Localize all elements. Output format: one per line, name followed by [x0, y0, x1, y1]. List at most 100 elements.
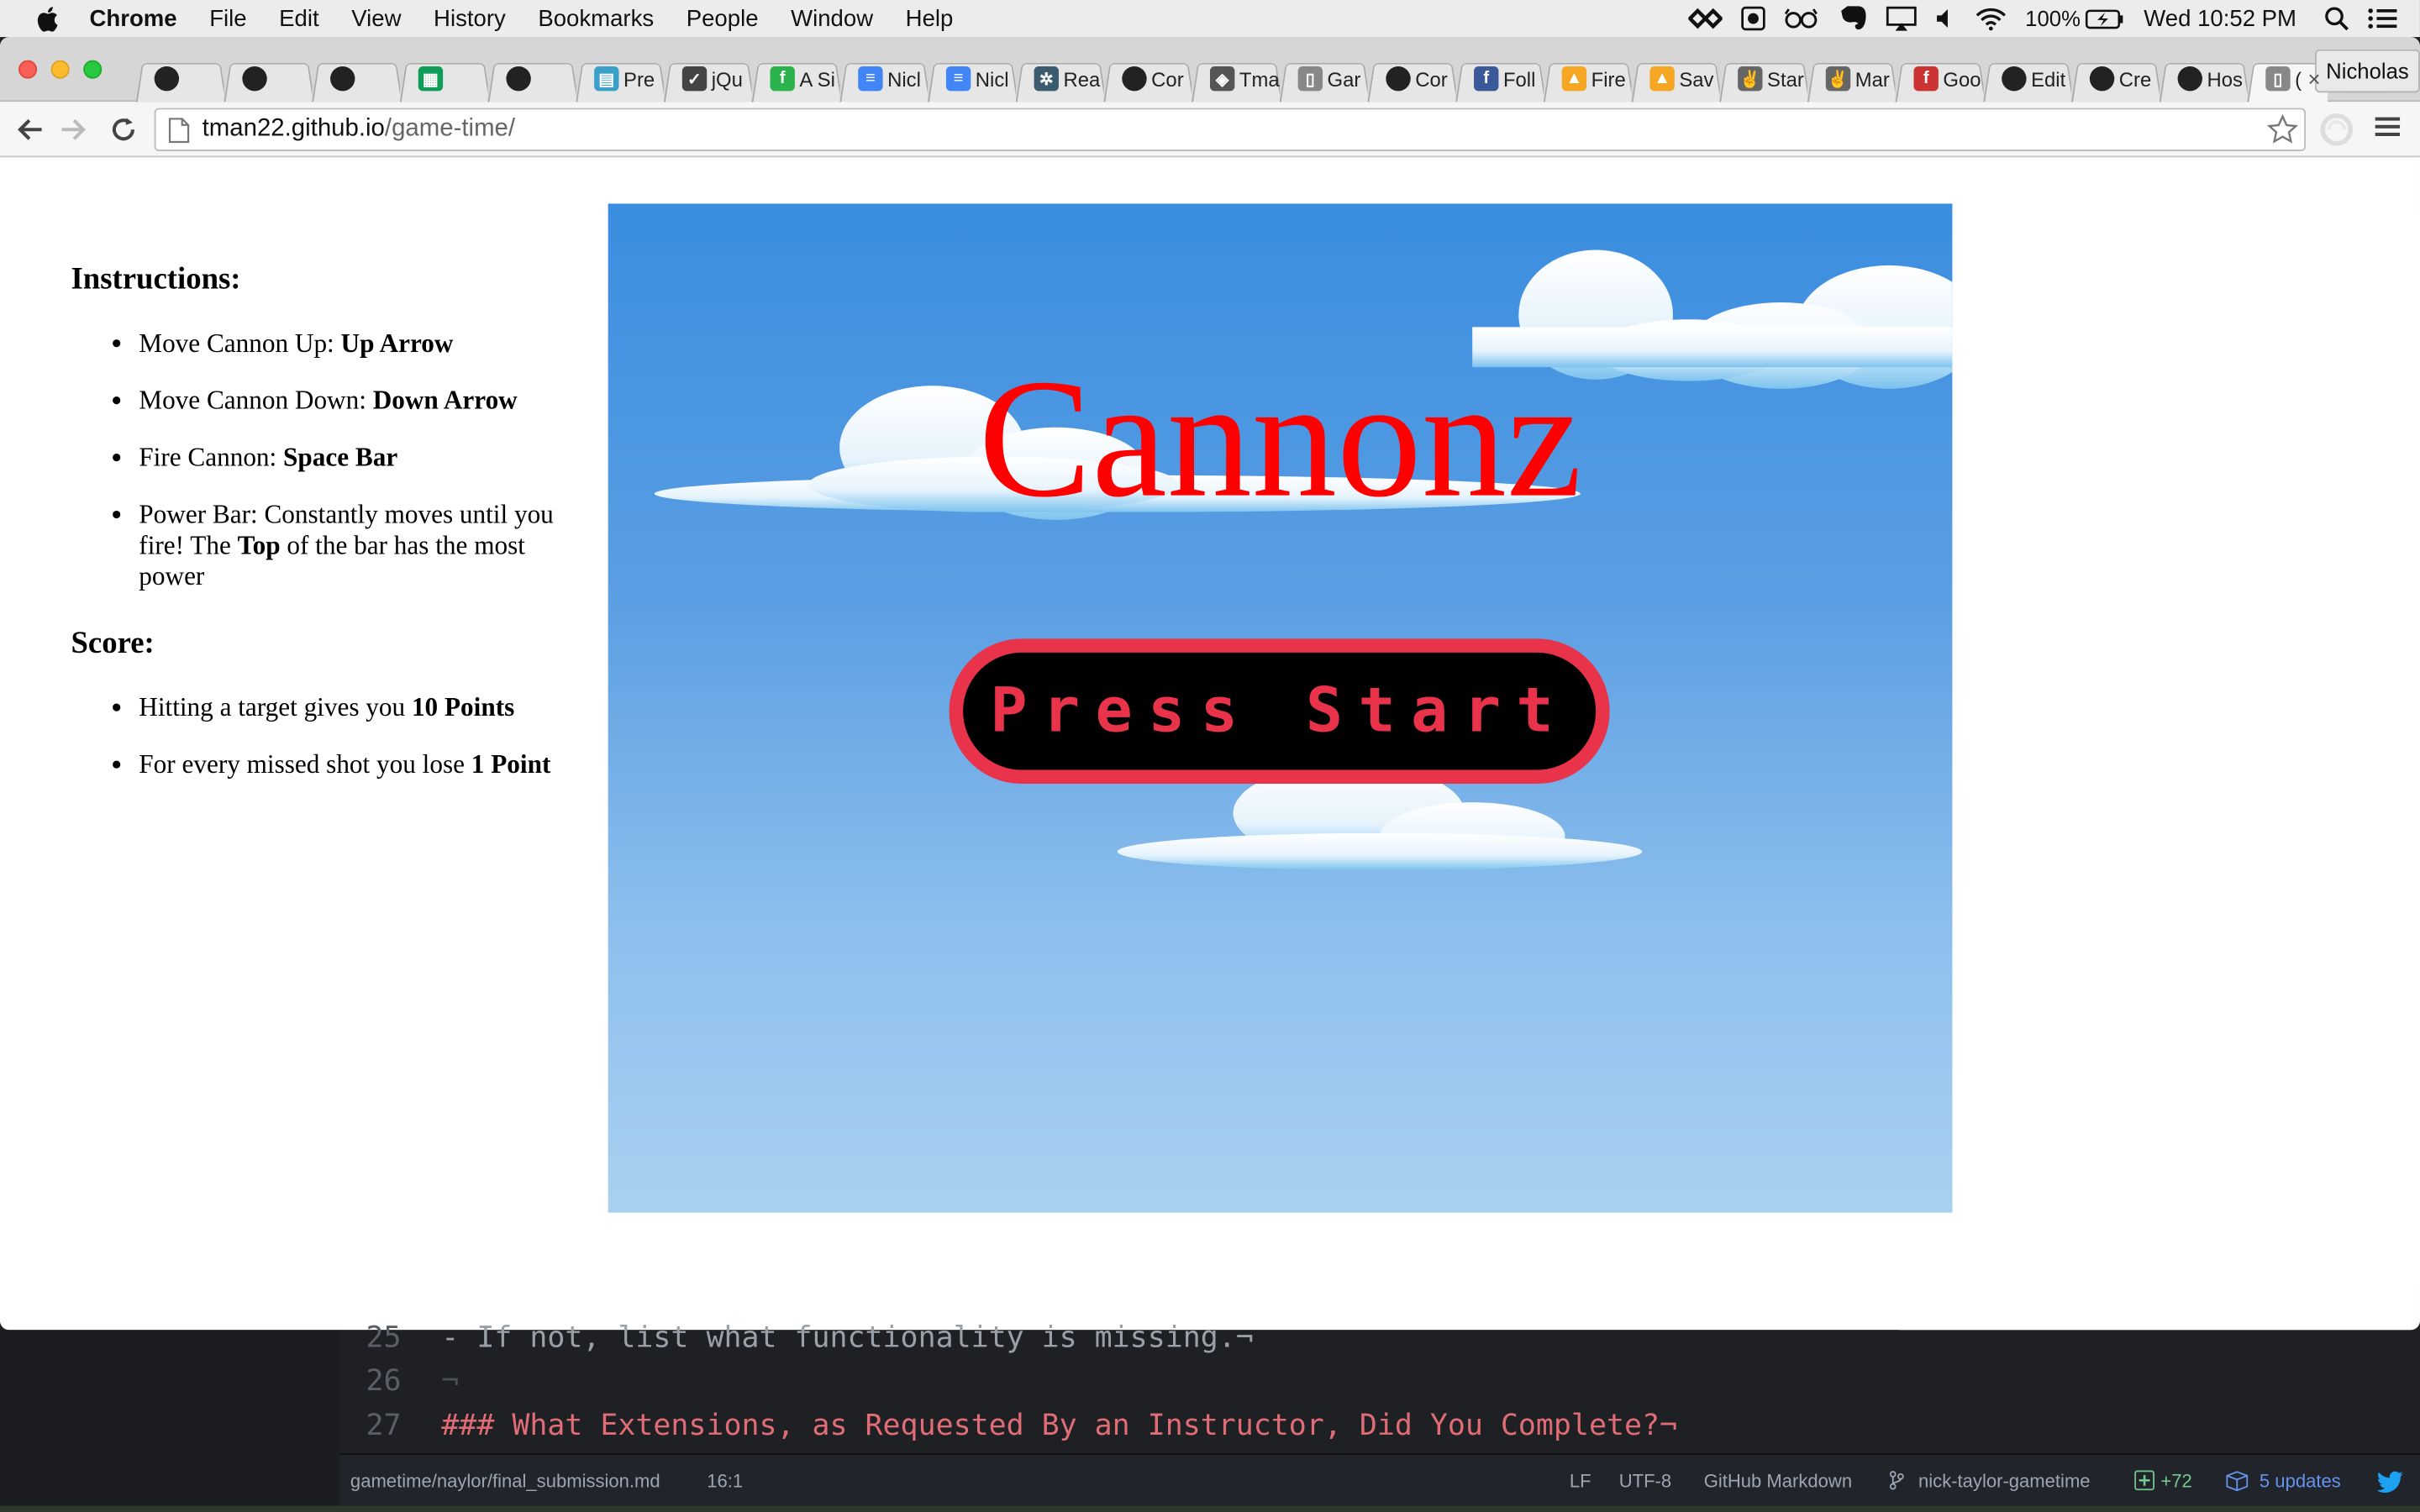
menu-people[interactable]: People: [687, 5, 759, 31]
browser-tab[interactable]: [224, 55, 312, 102]
browser-tab-label: Nicl: [887, 66, 921, 91]
browser-tab[interactable]: ▤ Pre: [576, 55, 664, 102]
browser-tab[interactable]: ✲ Rea: [1016, 55, 1104, 102]
menu-view[interactable]: View: [351, 5, 401, 31]
status-cursor-position[interactable]: 16:1: [707, 1470, 743, 1492]
extension-icon[interactable]: [2320, 113, 2354, 155]
editor-status-bar: gametime/naylor/final_submission.md 16:1…: [339, 1453, 2420, 1506]
game-canvas[interactable]: Cannonz Press Start: [608, 203, 1953, 1213]
browser-tab[interactable]: ▯ Gar: [1280, 55, 1368, 102]
tab-strip: ▦ ▤ Pre ✓ jQu f A Si ≡ Nicl ≡ Nicl ✲ Rea Cor ◈ Tma ▯ Gar C…: [0, 37, 2420, 102]
wifi-icon[interactable]: [1975, 7, 2007, 30]
dropbox-icon[interactable]: [1688, 8, 1723, 29]
twitter-icon[interactable]: [2376, 1470, 2405, 1498]
profile-button[interactable]: Nicholas: [2315, 49, 2420, 93]
back-arrow-icon[interactable]: [13, 113, 46, 146]
browser-tab[interactable]: ✌ Mar: [1807, 55, 1896, 102]
browser-tab[interactable]: Cre: [2071, 55, 2160, 102]
firebase-icon: ▲: [1561, 66, 1587, 92]
browser-tab[interactable]: ◈ Tma: [1192, 55, 1280, 102]
github-icon: [1386, 66, 1411, 92]
close-tab-icon[interactable]: ×: [2307, 66, 2320, 91]
menu-bookmarks[interactable]: Bookmarks: [538, 5, 654, 31]
volume-icon[interactable]: [1936, 8, 1958, 29]
menu-app-name[interactable]: Chrome: [90, 5, 177, 31]
menu-help[interactable]: Help: [906, 5, 954, 31]
browser-tab[interactable]: fA Si: [751, 55, 839, 102]
tma-icon: ◈: [1209, 66, 1235, 92]
browser-tab[interactable]: ▲ Sav: [1631, 55, 1719, 102]
facebook-icon: f: [1474, 66, 1499, 92]
browser-tab[interactable]: ✓ jQu: [664, 55, 752, 102]
browser-tab[interactable]: ✌ Star: [1719, 55, 1807, 102]
status-git-branch[interactable]: nick-taylor-gametime: [1918, 1470, 2091, 1492]
instruction-item: Move Cannon Up: Up Arrow: [139, 328, 580, 360]
battery-charging-icon[interactable]: [2085, 8, 2125, 29]
status-line-ending[interactable]: LF: [1570, 1470, 1591, 1492]
jquery-icon: ✓: [681, 66, 708, 92]
reload-icon[interactable]: [107, 113, 140, 146]
evernote-icon[interactable]: [1837, 5, 1868, 33]
status-diff-count[interactable]: +72: [2160, 1470, 2191, 1492]
menubar-clock[interactable]: Wed 10:52 PM: [2144, 5, 2296, 31]
zoom-window-button[interactable]: [83, 60, 103, 79]
menu-file[interactable]: File: [209, 5, 246, 31]
bookmark-star-icon[interactable]: [2266, 113, 2299, 153]
status-encoding[interactable]: UTF-8: [1619, 1470, 1671, 1492]
browser-tab-label: Gar: [1327, 66, 1361, 91]
browser-tab[interactable]: [312, 55, 400, 102]
browser-tab[interactable]: [487, 55, 576, 102]
editor-line: 25 - If not, list what functionality is …: [366, 1320, 1254, 1355]
url-host: tman22.github.io: [202, 115, 385, 142]
browser-tab[interactable]: f Foll: [1455, 55, 1544, 102]
browser-tab-label: A Si: [799, 66, 835, 91]
status-file-path[interactable]: gametime/naylor/final_submission.md: [350, 1470, 660, 1492]
browser-tab-label: Foll: [1502, 66, 1536, 91]
browser-tab[interactable]: ▦: [400, 55, 488, 102]
address-bar[interactable]: tman22.github.io/game-time/: [154, 108, 2307, 153]
score-rule-item: For every missed shot you lose 1 Point: [139, 750, 580, 781]
browser-tab[interactable]: Edit: [1983, 55, 2071, 102]
forward-arrow-icon[interactable]: [57, 113, 91, 146]
notification-center-icon[interactable]: [2367, 6, 2398, 30]
menu-history[interactable]: History: [434, 5, 506, 31]
github-icon: [2177, 66, 2202, 92]
instruction-item: Power Bar: Constantly moves until you fi…: [139, 500, 580, 592]
code-editor[interactable]: 25 - If not, list what functionality is …: [339, 1320, 1899, 1454]
editor-line: 26 ¬: [366, 1363, 460, 1399]
browser-tab[interactable]: ≡ Nicl: [839, 55, 928, 102]
status-grammar[interactable]: GitHub Markdown: [1704, 1470, 1852, 1492]
chrome-menu-icon[interactable]: [2374, 114, 2402, 147]
github-icon: [506, 66, 531, 92]
menu-window[interactable]: Window: [791, 5, 873, 31]
browser-window: ▦ ▤ Pre ✓ jQu f A Si ≡ Nicl ≡ Nicl ✲ Rea Cor ◈ Tma ▯ Gar C…: [0, 37, 2420, 1331]
screen-record-icon[interactable]: [1741, 6, 1766, 31]
browser-tab-label: Cor: [1415, 66, 1448, 91]
package-icon: [2226, 1470, 2249, 1496]
spotlight-search-icon[interactable]: [2324, 6, 2349, 31]
preview-icon: ▤: [594, 66, 619, 92]
browser-tab[interactable]: Cor: [1367, 55, 1455, 102]
browser-tab-label: Goo: [1943, 66, 1981, 91]
editor-line: 27 ### What Extensions, as Requested By …: [366, 1408, 1678, 1443]
apple-icon[interactable]: [31, 3, 62, 34]
browser-tab[interactable]: ▲ Fire: [1544, 55, 1632, 102]
close-window-button[interactable]: [18, 60, 38, 79]
glasses-icon[interactable]: [1785, 8, 1818, 29]
instruction-item: Fire Cannon: Space Bar: [139, 443, 580, 474]
web-page: Instructions: Move Cannon Up: Up Arrow M…: [0, 157, 2420, 1331]
status-updates[interactable]: 5 updates: [2260, 1470, 2341, 1492]
browser-tab[interactable]: [136, 55, 224, 102]
minimize-window-button[interactable]: [50, 60, 70, 79]
browser-tab[interactable]: f Goo: [1895, 55, 1983, 102]
menu-edit[interactable]: Edit: [279, 5, 318, 31]
press-start-button[interactable]: Press Start: [949, 638, 1610, 785]
browser-tab[interactable]: Cor: [1103, 55, 1192, 102]
window-controls: [18, 60, 116, 79]
github-icon: [154, 66, 180, 92]
browser-tab[interactable]: ≡ Nicl: [928, 55, 1016, 102]
browser-tab-label: Nicl: [975, 66, 1009, 91]
airplay-icon[interactable]: [1886, 6, 1918, 31]
browser-tab[interactable]: Hos: [2160, 55, 2248, 102]
instructions-panel: Instructions: Move Cannon Up: Up Arrow M…: [71, 262, 580, 815]
